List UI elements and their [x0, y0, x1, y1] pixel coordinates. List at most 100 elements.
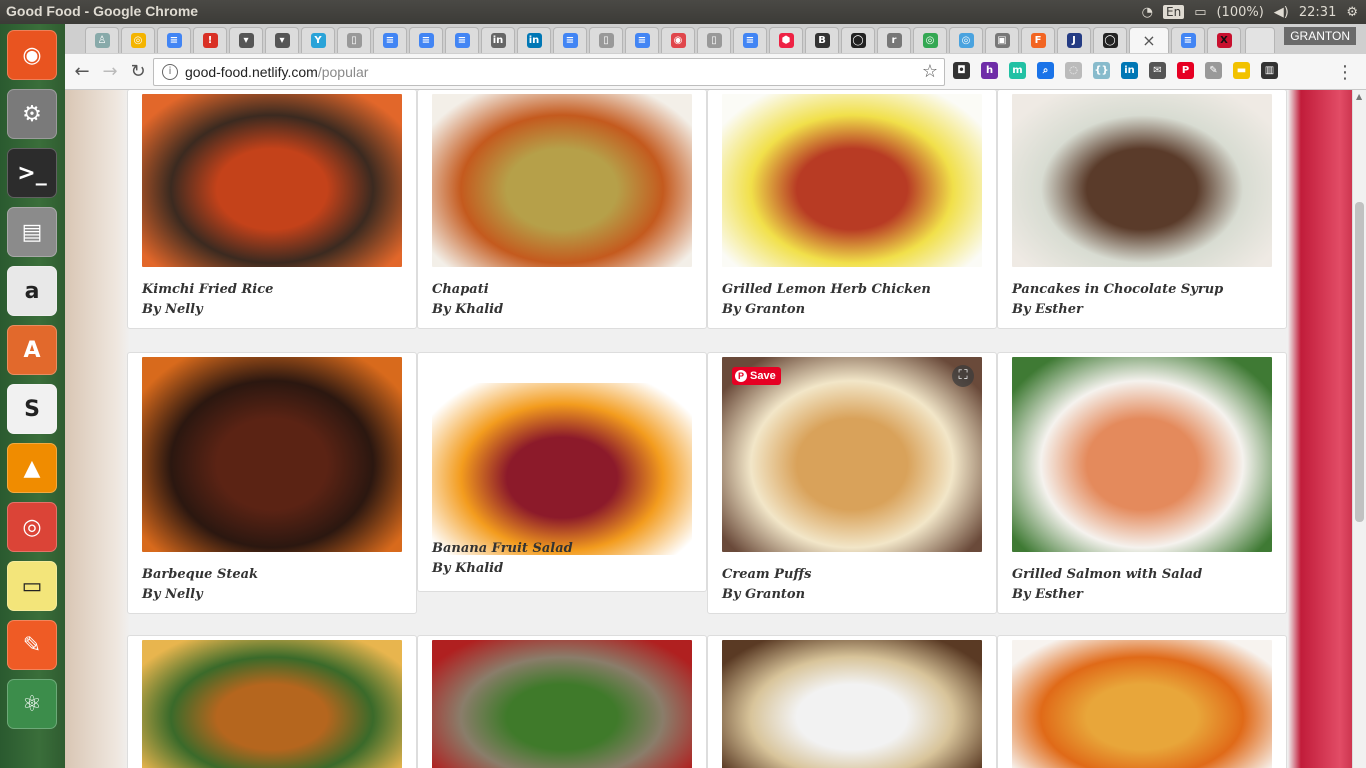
tab-y[interactable]: Y: [301, 27, 335, 53]
tab-spiral[interactable]: ◉: [661, 27, 695, 53]
profile-button[interactable]: GRANTON: [1284, 27, 1356, 45]
bookmark-star-icon[interactable]: ☆: [922, 61, 938, 82]
recipe-title[interactable]: Pancakes in Chocolate Syrup: [1012, 282, 1223, 297]
system-settings-icon[interactable]: ⚙: [7, 89, 57, 139]
page-viewport[interactable]: Kimchi Fried Rice By Nelly Chapati By Khali…: [65, 90, 1366, 768]
recipe-image[interactable]: [432, 640, 692, 768]
forward-button[interactable]: →: [99, 62, 121, 82]
pinterest-ext-icon[interactable]: P: [1177, 62, 1194, 79]
recipe-card[interactable]: [127, 635, 417, 768]
recipe-image[interactable]: [142, 640, 402, 768]
terminal-icon[interactable]: >_: [7, 148, 57, 198]
tab-b[interactable]: B: [805, 27, 839, 53]
recipe-card[interactable]: Banana Fruit Salad By Khalid: [417, 352, 707, 592]
recipe-card[interactable]: Grilled Lemon Herb Chicken By Granton: [707, 90, 997, 329]
tab-red-hex[interactable]: ⬢: [769, 27, 803, 53]
tab-pocket-1[interactable]: ▾: [229, 27, 263, 53]
recipe-title[interactable]: Cream Puffs: [722, 567, 811, 582]
recipe-image[interactable]: P Save ⛶: [722, 357, 982, 552]
files-icon[interactable]: ▤: [7, 207, 57, 257]
recipe-card[interactable]: [707, 635, 997, 768]
keyboard-layout[interactable]: En: [1163, 5, 1185, 19]
page-scrollbar[interactable]: ▲: [1352, 90, 1366, 768]
recipe-title[interactable]: Grilled Lemon Herb Chicken: [722, 282, 931, 297]
tab-docs-6[interactable]: ≡: [625, 27, 659, 53]
wifi-icon[interactable]: ◔: [1142, 5, 1153, 20]
tab-chrome-3[interactable]: ◎: [949, 27, 983, 53]
h-ext-icon[interactable]: h: [981, 62, 998, 79]
recipe-title[interactable]: Banana Fruit Salad: [432, 541, 573, 556]
tab-x[interactable]: X: [1207, 27, 1241, 53]
ubuntu-dash-icon[interactable]: ◉: [7, 30, 57, 80]
tab-docs-7[interactable]: ≡: [733, 27, 767, 53]
linkedin-ext-icon[interactable]: in: [1121, 62, 1138, 79]
recipe-image[interactable]: [1012, 357, 1272, 552]
tab-docs-4[interactable]: ≡: [445, 27, 479, 53]
recipe-image[interactable]: [432, 94, 692, 267]
recipe-image[interactable]: [142, 357, 402, 552]
json-ext-icon[interactable]: {}: [1093, 62, 1110, 79]
tab-pocket-2[interactable]: ▾: [265, 27, 299, 53]
settings-gear-icon[interactable]: ⚙: [1346, 5, 1358, 20]
battery-icon[interactable]: ▭: [1194, 5, 1206, 20]
pinterest-save-button[interactable]: P Save: [732, 367, 781, 385]
film-ext-icon[interactable]: ▥: [1261, 62, 1278, 79]
recipe-title[interactable]: Chapati: [432, 282, 489, 297]
recipe-card[interactable]: Pancakes in Chocolate Syrup By Esther: [997, 90, 1287, 329]
circle-ext-icon[interactable]: ◌: [1065, 62, 1082, 79]
vlc-icon[interactable]: ▲: [7, 443, 57, 493]
slack-icon[interactable]: S: [7, 384, 57, 434]
postman-icon[interactable]: ✎: [7, 620, 57, 670]
tab-app[interactable]: ♙: [85, 27, 119, 53]
battery-percent[interactable]: (100%): [1216, 5, 1263, 20]
tab-page-1[interactable]: ▯: [337, 27, 371, 53]
site-info-icon[interactable]: i: [162, 64, 178, 80]
volume-icon[interactable]: ◀): [1274, 5, 1289, 20]
mail-ext-icon[interactable]: ✉: [1149, 62, 1166, 79]
amazon-icon[interactable]: a: [7, 266, 57, 316]
recipe-card[interactable]: Grilled Salmon with Salad By Esther: [997, 352, 1287, 614]
tab-docs-2[interactable]: ≡: [373, 27, 407, 53]
yellow-ext-icon[interactable]: ▬: [1233, 62, 1250, 79]
recipe-title[interactable]: Grilled Salmon with Salad: [1012, 567, 1202, 582]
recipe-card[interactable]: Chapati By Khalid: [417, 90, 707, 329]
scroll-up-arrow-icon[interactable]: ▲: [1356, 92, 1362, 101]
tab-alert[interactable]: !: [193, 27, 227, 53]
recipe-card[interactable]: P Save ⛶ Cream Puffs By Granton: [707, 352, 997, 614]
chrome-icon[interactable]: ◎: [7, 502, 57, 552]
expand-icon[interactable]: ⛶: [952, 365, 974, 387]
recipe-card[interactable]: [997, 635, 1287, 768]
tab-chrome-2[interactable]: ◎: [913, 27, 947, 53]
m-ext-icon[interactable]: m: [1009, 62, 1026, 79]
tab-f[interactable]: F: [1021, 27, 1055, 53]
tab-j[interactable]: J: [1057, 27, 1091, 53]
tab-puzzle[interactable]: ▣: [985, 27, 1019, 53]
tab-r[interactable]: r: [877, 27, 911, 53]
sticky-notes-icon[interactable]: ▭: [7, 561, 57, 611]
atom-icon[interactable]: ⚛: [7, 679, 57, 729]
tab-docs-3[interactable]: ≡: [409, 27, 443, 53]
recipe-card[interactable]: [417, 635, 707, 768]
chrome-menu-icon[interactable]: ⋮: [1336, 62, 1354, 83]
tab-docs-1[interactable]: ≡: [157, 27, 191, 53]
scrollbar-thumb[interactable]: [1355, 202, 1364, 522]
tab-github-1[interactable]: ◯: [841, 27, 875, 53]
recipe-title[interactable]: Barbeque Steak: [142, 567, 258, 582]
recipe-image[interactable]: [432, 383, 692, 555]
address-bar[interactable]: i good-food.netlify.com/popular ☆: [153, 58, 945, 86]
close-tab-icon[interactable]: ×: [1142, 31, 1155, 50]
tab-docs-8[interactable]: ≡: [1171, 27, 1205, 53]
tab-page-3[interactable]: ▯: [697, 27, 731, 53]
tab-linkedin-2[interactable]: in: [517, 27, 551, 53]
clock[interactable]: 22:31: [1299, 5, 1336, 20]
software-center-icon[interactable]: A: [7, 325, 57, 375]
back-button[interactable]: ←: [71, 62, 93, 82]
tab-page-2[interactable]: ▯: [589, 27, 623, 53]
url-text[interactable]: good-food.netlify.com/popular: [185, 64, 368, 80]
tab-active[interactable]: ×: [1129, 27, 1169, 53]
recipe-card[interactable]: Barbeque Steak By Nelly: [127, 352, 417, 614]
instagram-ext-icon[interactable]: ◘: [953, 62, 970, 79]
recipe-image[interactable]: [722, 640, 982, 768]
recipe-title[interactable]: Kimchi Fried Rice: [142, 282, 273, 297]
recipe-image[interactable]: [1012, 640, 1272, 768]
